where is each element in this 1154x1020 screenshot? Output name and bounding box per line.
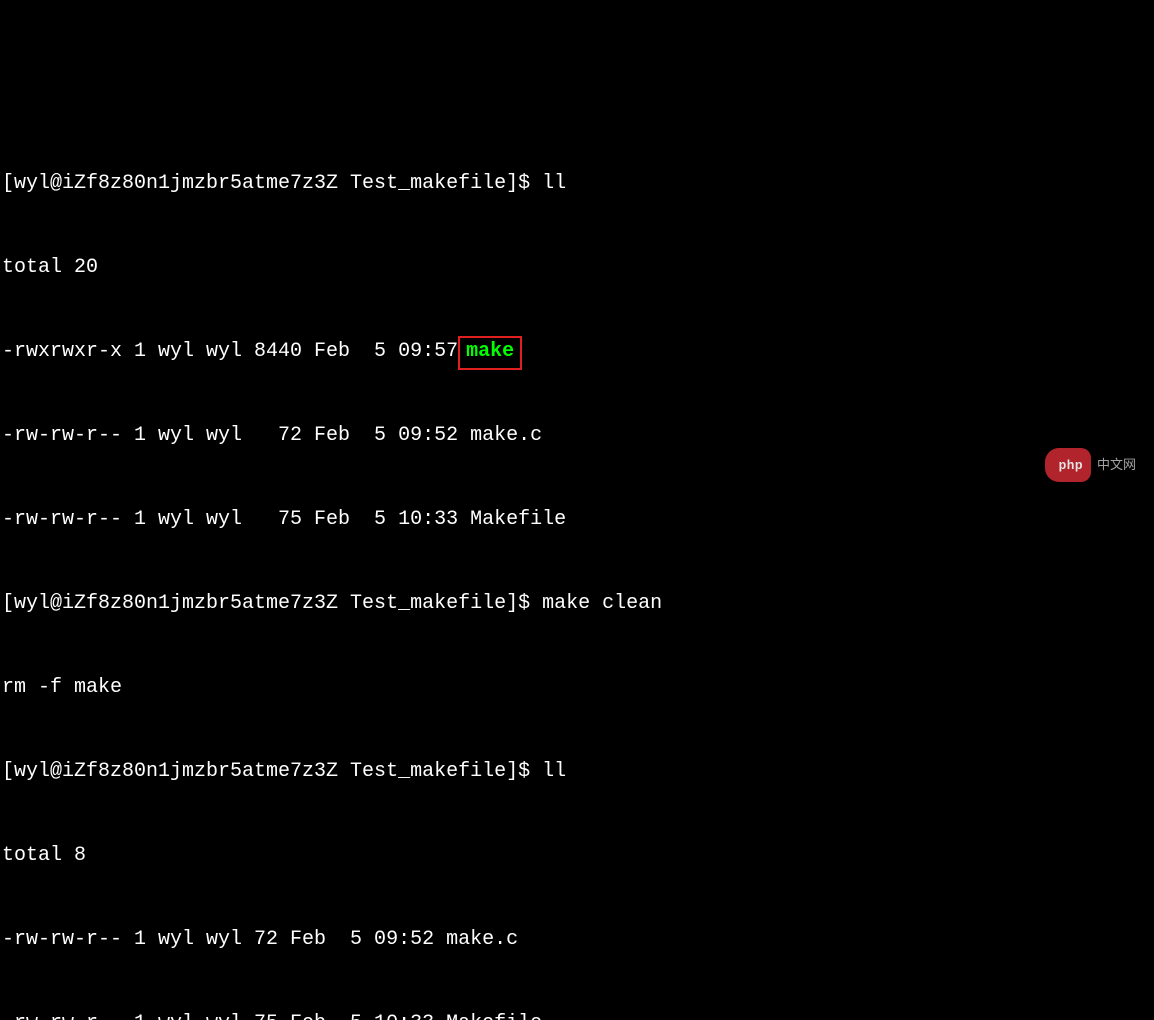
terminal-line: total 20 [2, 254, 1154, 282]
terminal-line: -rwxrwxr-x 1 wyl wyl 8440 Feb 5 09:57 mak… [2, 338, 1154, 366]
highlight-box: make [458, 336, 522, 370]
watermark: php 中文网 [1045, 448, 1136, 482]
file-entry: -rw-rw-r-- 1 wyl wyl 75 Feb 5 10:33 Make… [2, 508, 566, 531]
total-line: total 8 [2, 844, 86, 867]
file-entry: -rw-rw-r-- 1 wyl wyl 75 Feb 5 10:33 Make… [2, 1012, 542, 1020]
terminal-line: -rw-rw-r-- 1 wyl wyl 72 Feb 5 09:52 make… [2, 926, 1154, 954]
terminal-output: [wyl@iZf8z80n1jmzbr5atme7z3Z Test_makefi… [0, 112, 1154, 1020]
command-text: ll [542, 760, 566, 783]
file-entry-meta: -rwxrwxr-x 1 wyl wyl 8440 Feb 5 09:57 [2, 340, 458, 363]
terminal-line: [wyl@iZf8z80n1jmzbr5atme7z3Z Test_makefi… [2, 590, 1154, 618]
command-text: ll [542, 172, 566, 195]
terminal-line: -rw-rw-r-- 1 wyl wyl 75 Feb 5 10:33 Make… [2, 1010, 1154, 1020]
executable-filename: make [466, 340, 514, 363]
terminal-line: [wyl@iZf8z80n1jmzbr5atme7z3Z Test_makefi… [2, 170, 1154, 198]
shell-prompt: [wyl@iZf8z80n1jmzbr5atme7z3Z Test_makefi… [2, 172, 542, 195]
shell-prompt: [wyl@iZf8z80n1jmzbr5atme7z3Z Test_makefi… [2, 760, 542, 783]
terminal-line: total 8 [2, 842, 1154, 870]
terminal-line: rm -f make [2, 674, 1154, 702]
command-text: make clean [542, 592, 662, 615]
terminal-line: [wyl@iZf8z80n1jmzbr5atme7z3Z Test_makefi… [2, 758, 1154, 786]
watermark-text: 中文网 [1097, 451, 1136, 479]
rm-output: rm -f make [2, 676, 122, 699]
watermark-badge: php [1045, 448, 1091, 482]
shell-prompt: [wyl@iZf8z80n1jmzbr5atme7z3Z Test_makefi… [2, 592, 542, 615]
total-line: total 20 [2, 256, 98, 279]
file-entry: -rw-rw-r-- 1 wyl wyl 72 Feb 5 09:52 make… [2, 928, 518, 951]
terminal-line: -rw-rw-r-- 1 wyl wyl 75 Feb 5 10:33 Make… [2, 506, 1154, 534]
file-entry: -rw-rw-r-- 1 wyl wyl 72 Feb 5 09:52 make… [2, 424, 542, 447]
terminal-line: -rw-rw-r-- 1 wyl wyl 72 Feb 5 09:52 make… [2, 422, 1154, 450]
